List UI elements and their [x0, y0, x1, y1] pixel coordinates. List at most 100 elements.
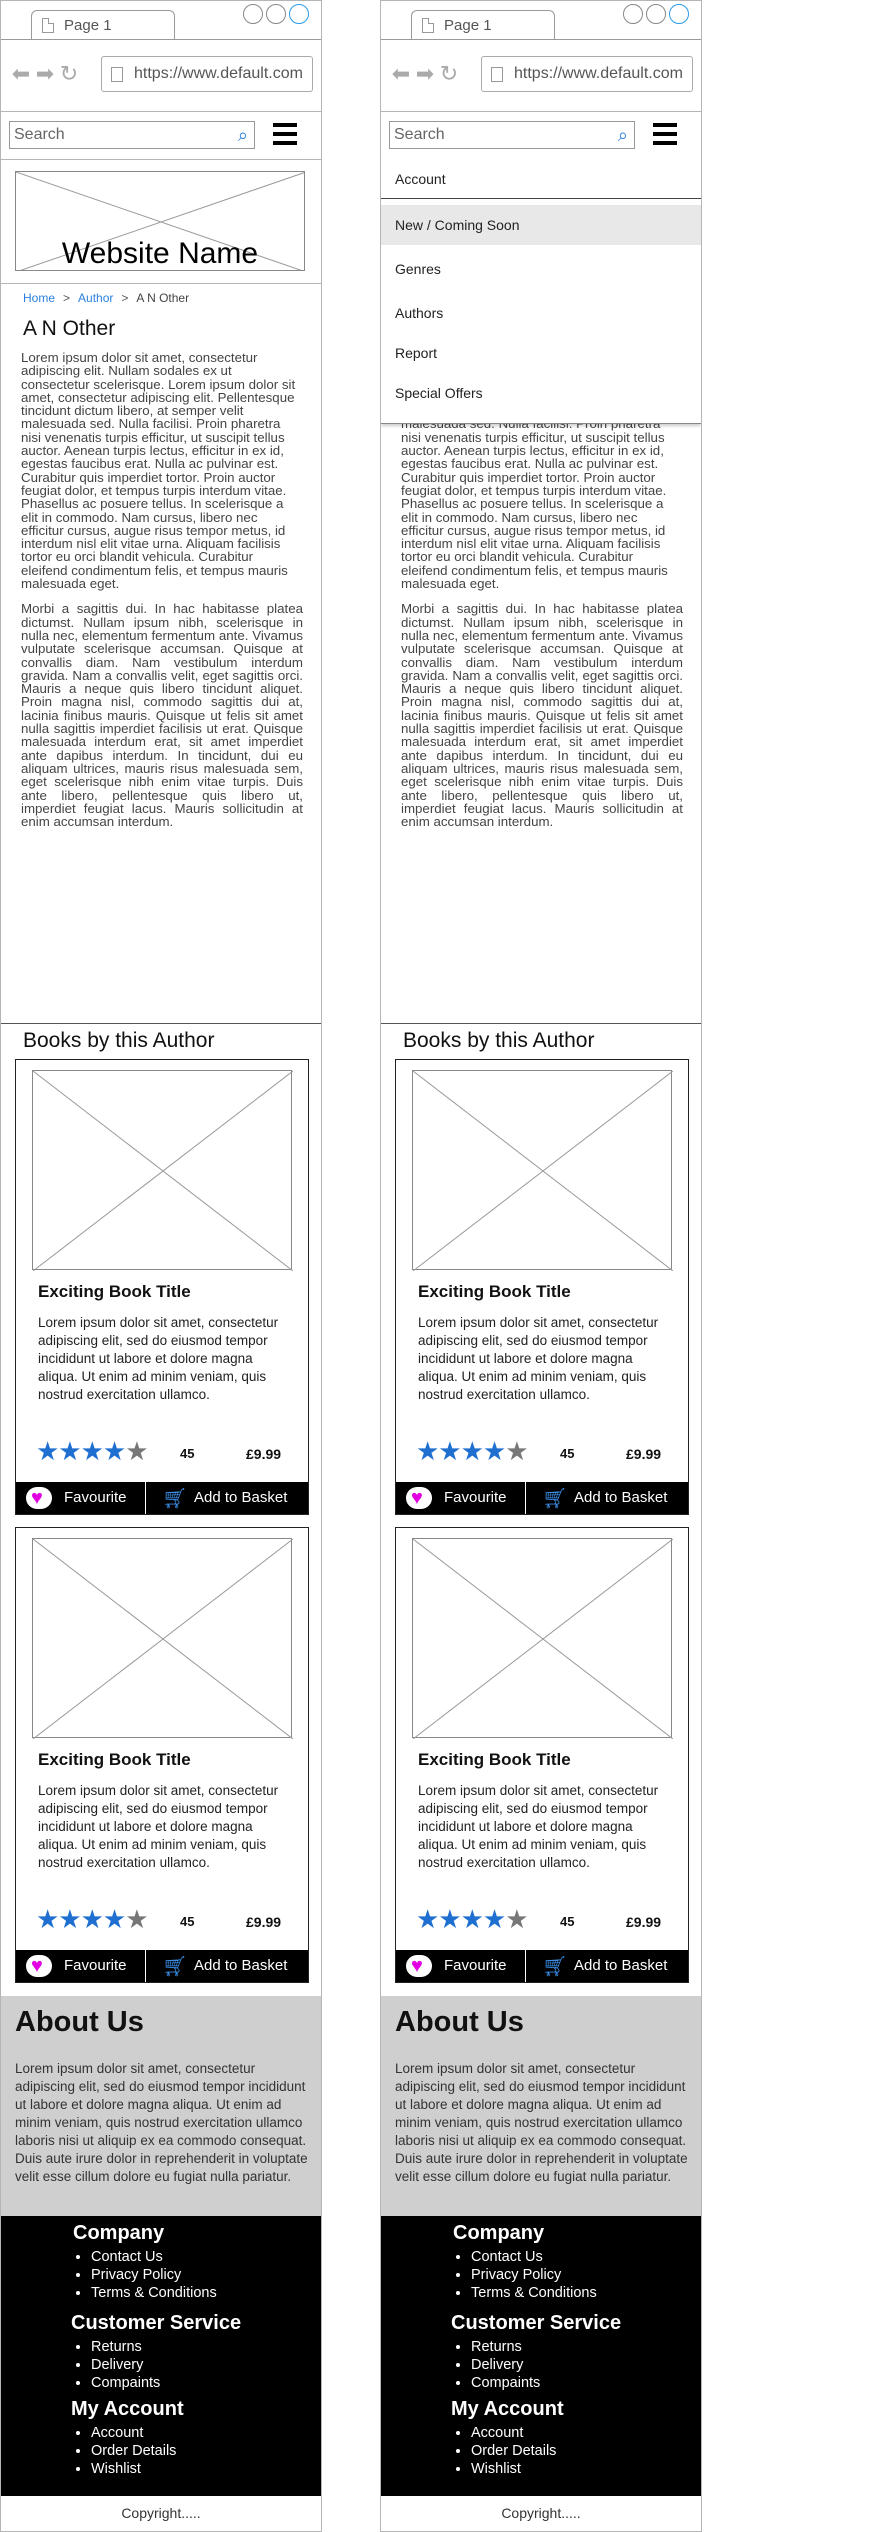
- star-icon: ★★★★: [36, 1436, 126, 1466]
- address-bar[interactable]: https://www.default.com: [481, 56, 693, 92]
- tab-divider: [381, 39, 701, 40]
- menu-item-account[interactable]: Account: [381, 159, 701, 199]
- copyright: Copyright.....: [501, 2505, 581, 2521]
- favourite-button[interactable]: Favourite: [396, 1482, 526, 1514]
- breadcrumb-home-link[interactable]: Home: [23, 291, 55, 305]
- footer-link[interactable]: Returns: [91, 2338, 160, 2356]
- half-star-icon: ★: [125, 1436, 148, 1466]
- footer-link[interactable]: Order Details: [471, 2442, 556, 2460]
- dropdown-nav-menu: Account New / Coming Soon Genres Authors…: [381, 159, 701, 424]
- reload-icon[interactable]: ↻: [59, 61, 83, 87]
- minimize-button[interactable]: [243, 4, 263, 24]
- minimize-button[interactable]: [623, 4, 643, 24]
- favourite-label: Favourite: [64, 1489, 127, 1506]
- forward-arrow-icon[interactable]: ➡: [35, 61, 59, 87]
- footer-link[interactable]: Contact Us: [91, 2248, 217, 2266]
- hamburger-menu-icon[interactable]: [653, 123, 677, 145]
- maximize-button[interactable]: [646, 4, 666, 24]
- footer-my-account-list: Account Order Details Wishlist: [453, 2424, 556, 2478]
- forward-arrow-icon[interactable]: ➡: [415, 61, 439, 87]
- reload-icon[interactable]: ↻: [439, 61, 463, 87]
- footer-link[interactable]: Privacy Policy: [91, 2266, 217, 2284]
- cart-icon: 🛒︎: [542, 1488, 568, 1510]
- footer-link[interactable]: Account: [91, 2424, 176, 2442]
- menu-item-new-coming-soon[interactable]: New / Coming Soon: [381, 205, 701, 245]
- footer-link[interactable]: Terms & Conditions: [471, 2284, 597, 2302]
- menu-item-authors[interactable]: Authors: [381, 293, 701, 333]
- footer-my-account-heading: My Account: [451, 2398, 564, 2420]
- search-icon[interactable]: ⌕: [618, 125, 628, 146]
- add-to-basket-button[interactable]: 🛒︎ Add to Basket: [528, 1482, 688, 1514]
- browser-tab[interactable]: Page 1: [31, 10, 175, 40]
- star-rating: ★★★★★: [416, 1436, 529, 1467]
- about-text: Lorem ipsum dolor sit amet, consectetur …: [15, 2061, 308, 2184]
- footer-link[interactable]: Delivery: [471, 2356, 540, 2374]
- rating-count: 45: [180, 1446, 195, 1461]
- footer-customer-service-heading: Customer Service: [71, 2312, 242, 2334]
- menu-item-special-offers[interactable]: Special Offers: [381, 373, 701, 413]
- footer: Company Contact Us Privacy Policy Terms …: [1, 2216, 321, 2496]
- book-title[interactable]: Exciting Book Title: [418, 1282, 571, 1302]
- site-name: Website Name: [61, 237, 259, 270]
- menu-item-genres[interactable]: Genres: [381, 249, 701, 289]
- mobile-page-default: Page 1 ⬅➡↻ https://www.default.com Searc…: [0, 0, 322, 2532]
- page-icon: [111, 67, 123, 82]
- search-input[interactable]: Search ⌕: [389, 121, 635, 149]
- footer-link[interactable]: Order Details: [91, 2442, 176, 2460]
- add-to-basket-button[interactable]: 🛒︎ Add to Basket: [148, 1950, 308, 1982]
- footer-link[interactable]: Wishlist: [91, 2460, 176, 2478]
- add-to-basket-button[interactable]: 🛒︎ Add to Basket: [528, 1950, 688, 1982]
- star-icon: ★★★★: [416, 1436, 506, 1466]
- book-card[interactable]: Exciting Book Title Lorem ipsum dolor si…: [395, 1059, 689, 1515]
- heart-icon: [406, 1487, 432, 1509]
- back-arrow-icon[interactable]: ⬅: [391, 61, 415, 87]
- divider: [381, 1023, 701, 1024]
- page-icon: [42, 18, 54, 33]
- rating-count: 45: [560, 1914, 575, 1929]
- star-rating: ★★★★★: [416, 1904, 529, 1935]
- book-title[interactable]: Exciting Book Title: [418, 1750, 571, 1770]
- hero-banner: Website Name: [15, 171, 305, 271]
- book-title[interactable]: Exciting Book Title: [38, 1750, 191, 1770]
- footer-link[interactable]: Returns: [471, 2338, 540, 2356]
- favourite-button[interactable]: Favourite: [16, 1482, 146, 1514]
- footer-link[interactable]: Contact Us: [471, 2248, 597, 2266]
- footer-link[interactable]: Account: [471, 2424, 556, 2442]
- maximize-button[interactable]: [266, 4, 286, 24]
- breadcrumb-current: A N Other: [136, 291, 190, 305]
- add-to-basket-button[interactable]: 🛒︎ Add to Basket: [148, 1482, 308, 1514]
- menu-item-report[interactable]: Report: [381, 333, 701, 373]
- breadcrumb-author-link[interactable]: Author: [78, 291, 113, 305]
- book-card[interactable]: Exciting Book Title Lorem ipsum dolor si…: [15, 1527, 309, 1983]
- footer-link[interactable]: Delivery: [91, 2356, 160, 2374]
- nav-buttons: ⬅➡↻: [391, 61, 463, 87]
- back-arrow-icon[interactable]: ⬅: [11, 61, 35, 87]
- search-input[interactable]: Search ⌕: [9, 121, 255, 149]
- heart-icon: [406, 1955, 432, 1977]
- card-actions: Favourite 🛒︎ Add to Basket: [16, 1482, 308, 1514]
- close-button[interactable]: [289, 4, 309, 24]
- footer-customer-service-list: Returns Delivery Compaints: [453, 2338, 540, 2392]
- footer-link[interactable]: Wishlist: [471, 2460, 556, 2478]
- url-text: https://www.default.com: [134, 65, 303, 82]
- tab-label: Page 1: [64, 17, 112, 34]
- book-description: Lorem ipsum dolor sit amet, consectetur …: [38, 1783, 279, 1870]
- footer-link[interactable]: Compaints: [471, 2374, 540, 2392]
- footer-link[interactable]: Terms & Conditions: [91, 2284, 217, 2302]
- about-section: About Us Lorem ipsum dolor sit amet, con…: [381, 1996, 701, 2216]
- books-heading: Books by this Author: [403, 1029, 595, 1052]
- address-bar[interactable]: https://www.default.com: [101, 56, 313, 92]
- book-title[interactable]: Exciting Book Title: [38, 1282, 191, 1302]
- footer-link[interactable]: Privacy Policy: [471, 2266, 597, 2284]
- search-icon[interactable]: ⌕: [238, 125, 248, 146]
- favourite-button[interactable]: Favourite: [16, 1950, 146, 1982]
- bio-paragraph: Lorem ipsum dolor sit amet, consectetur …: [21, 350, 296, 592]
- footer-link[interactable]: Compaints: [91, 2374, 160, 2392]
- favourite-button[interactable]: Favourite: [396, 1950, 526, 1982]
- close-button[interactable]: [669, 4, 689, 24]
- hamburger-menu-icon[interactable]: [273, 123, 297, 145]
- browser-tab[interactable]: Page 1: [411, 10, 555, 40]
- book-card[interactable]: Exciting Book Title Lorem ipsum dolor si…: [395, 1527, 689, 1983]
- book-card[interactable]: Exciting Book Title Lorem ipsum dolor si…: [15, 1059, 309, 1515]
- breadcrumb: Home > Author > A N Other: [23, 291, 189, 305]
